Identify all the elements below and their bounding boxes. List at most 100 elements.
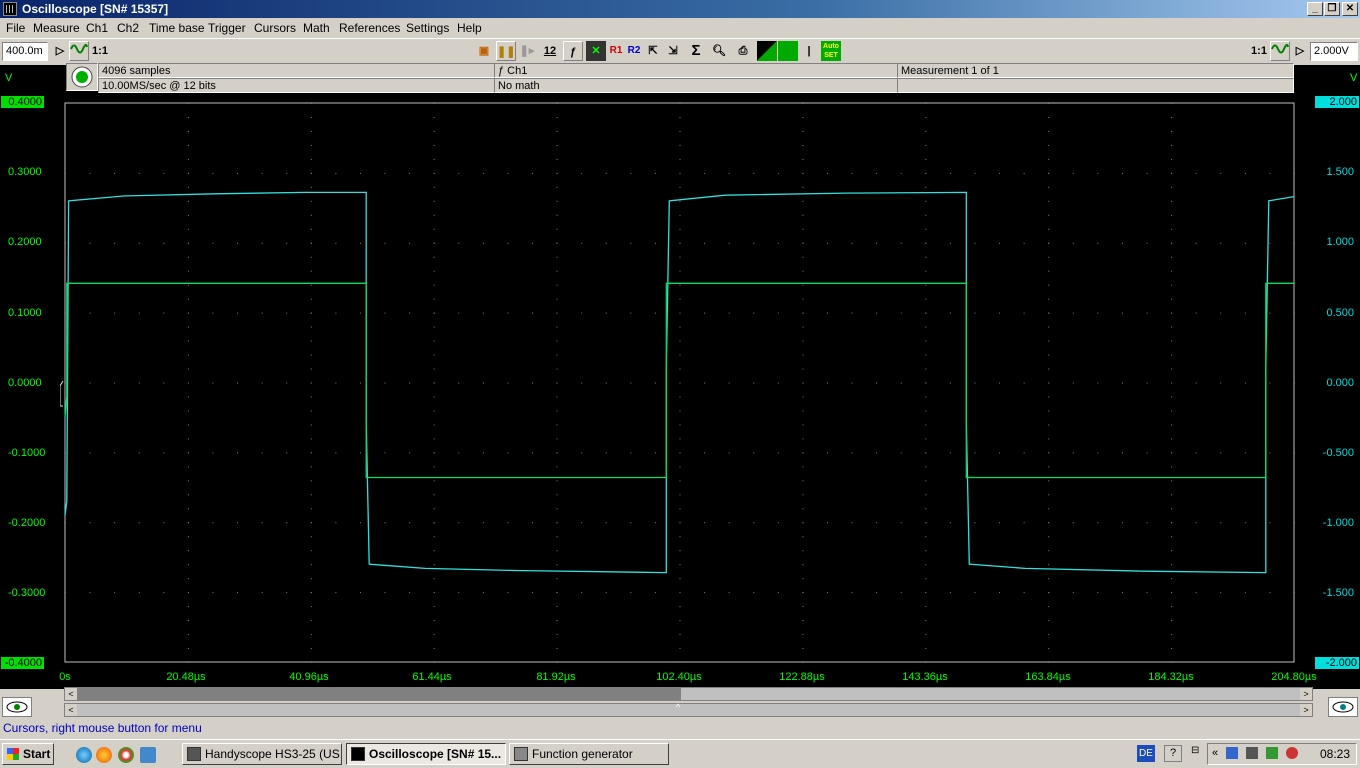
ch1-probe-ratio[interactable]: 1:1 bbox=[89, 41, 111, 61]
menu-ch1[interactable]: Ch1 bbox=[86, 21, 108, 35]
start-button[interactable]: Start bbox=[2, 743, 54, 765]
network-icon[interactable] bbox=[1226, 747, 1238, 759]
grid-dot bbox=[556, 564, 558, 566]
scroll-left-arrow-icon[interactable]: < bbox=[65, 704, 77, 716]
ch1-range-field[interactable]: 400.0m bbox=[2, 42, 48, 61]
grid-dot bbox=[802, 452, 804, 454]
color-scheme-icon[interactable] bbox=[757, 41, 777, 61]
overline-button[interactable]: | bbox=[799, 41, 819, 61]
trigger-marker-icon[interactable] bbox=[60, 380, 64, 407]
grid-dot bbox=[433, 340, 435, 342]
pre-trigger-scrollbar[interactable]: < ^ > bbox=[64, 702, 1313, 717]
grid-dot bbox=[187, 242, 189, 244]
ch2-range-field[interactable]: 2.000V bbox=[1310, 42, 1358, 61]
menu-time-base[interactable]: Time base bbox=[149, 21, 205, 35]
grid-dot bbox=[1121, 452, 1123, 454]
ch1-coupling-icon[interactable]: ▷ bbox=[50, 41, 70, 61]
task-function-generator[interactable]: Function generator bbox=[509, 743, 669, 765]
grid-dot bbox=[1171, 256, 1173, 258]
measurement-value bbox=[897, 78, 1294, 93]
cursor-swap-icon[interactable]: ⇲ bbox=[663, 41, 683, 61]
single-shot-icon[interactable]: ❚▸ bbox=[517, 41, 537, 61]
grid-dot bbox=[1244, 592, 1246, 594]
grid-dot bbox=[851, 592, 853, 594]
grid-dot bbox=[1048, 480, 1050, 482]
waveform-plot[interactable] bbox=[60, 98, 1298, 670]
grid-dot bbox=[1048, 620, 1050, 622]
menu-ch2[interactable]: Ch2 bbox=[117, 21, 139, 35]
sum-button[interactable]: Σ bbox=[686, 41, 706, 61]
minimize-button[interactable]: _ bbox=[1307, 2, 1323, 16]
clock[interactable]: 08:23 bbox=[1320, 747, 1350, 761]
cursor-move-icon[interactable]: ⇱ bbox=[643, 41, 663, 61]
record-scroll-thumb[interactable] bbox=[77, 688, 681, 700]
resolution-button[interactable]: 12 bbox=[540, 41, 560, 61]
reference-2-button[interactable]: R2 bbox=[624, 41, 644, 61]
usb-device-icon[interactable] bbox=[1266, 747, 1278, 759]
grid-dot bbox=[925, 130, 927, 132]
function-button[interactable]: ƒ bbox=[563, 41, 583, 61]
task-handyscope[interactable]: Handyscope HS3-25 (US... bbox=[182, 743, 342, 765]
ch2-visibility-eye-icon[interactable] bbox=[1328, 697, 1358, 717]
grid-dot bbox=[802, 242, 804, 244]
menu-help[interactable]: Help bbox=[457, 21, 482, 35]
grid-dot bbox=[679, 396, 681, 398]
record-scrollbar[interactable]: < > bbox=[64, 687, 1313, 701]
record-icon[interactable]: ▣ bbox=[474, 41, 494, 61]
security-icon[interactable] bbox=[1286, 747, 1298, 759]
grid-dot bbox=[286, 592, 288, 594]
samples-label: 4096 samples bbox=[98, 63, 496, 78]
grid-dot bbox=[1244, 382, 1246, 384]
trigger-status[interactable] bbox=[66, 63, 98, 91]
zoom-icon[interactable]: 🔍︎ bbox=[709, 41, 729, 61]
menu-math[interactable]: Math bbox=[303, 21, 330, 35]
menu-references[interactable]: References bbox=[339, 21, 400, 35]
ch1-signal-icon[interactable] bbox=[69, 41, 89, 61]
grid-dot bbox=[556, 606, 558, 608]
auto-set-button[interactable]: Auto SET bbox=[821, 41, 841, 61]
task-oscilloscope[interactable]: Oscilloscope [SN# 15... bbox=[346, 743, 506, 765]
grid-dot bbox=[1269, 522, 1271, 524]
firefox-icon[interactable] bbox=[96, 747, 112, 763]
ch2-probe-ratio[interactable]: 1:1 bbox=[1248, 41, 1270, 61]
show-desktop-icon[interactable] bbox=[140, 747, 156, 763]
language-bar-options-icon[interactable]: ⊟ bbox=[1191, 745, 1199, 756]
pause-icon[interactable]: ❚❚ bbox=[496, 41, 516, 61]
menu-trigger[interactable]: Trigger bbox=[208, 21, 246, 35]
volume-icon[interactable] bbox=[1246, 747, 1258, 759]
trigger-position-caret-icon[interactable]: ^ bbox=[676, 702, 680, 712]
chrome-icon[interactable] bbox=[118, 747, 134, 763]
help-icon[interactable]: ? bbox=[1164, 745, 1182, 762]
close-button[interactable]: ✕ bbox=[1342, 2, 1358, 16]
grid-dot bbox=[753, 312, 755, 314]
trigger-view-icon[interactable]: ✕ bbox=[586, 41, 606, 61]
scroll-right-arrow-icon[interactable]: > bbox=[1300, 688, 1312, 700]
restore-button[interactable]: ❐ bbox=[1324, 2, 1340, 16]
grid-dot bbox=[310, 662, 312, 663]
grid-dot bbox=[925, 438, 927, 440]
grid-dot bbox=[728, 382, 730, 384]
grid-dot bbox=[925, 424, 927, 426]
ch2-signal-icon[interactable] bbox=[1270, 41, 1290, 61]
menu-cursors[interactable]: Cursors bbox=[254, 21, 296, 35]
reference-1-button[interactable]: R1 bbox=[606, 41, 626, 61]
menu-file[interactable]: File bbox=[6, 21, 25, 35]
grid-dot bbox=[433, 228, 435, 230]
menu-measure[interactable]: Measure bbox=[33, 21, 80, 35]
show-hidden-icons-icon[interactable]: « bbox=[1212, 747, 1218, 759]
scroll-left-arrow-icon[interactable]: < bbox=[65, 688, 77, 700]
scroll-right-arrow-icon[interactable]: > bbox=[1300, 704, 1312, 716]
grid-dot bbox=[507, 452, 509, 454]
ch2-coupling-icon[interactable]: ▷ bbox=[1290, 41, 1310, 61]
grid-dot bbox=[704, 242, 706, 244]
grid-icon[interactable] bbox=[778, 41, 798, 61]
print-icon[interactable]: ⎙ bbox=[733, 41, 753, 61]
grid-dot bbox=[802, 256, 804, 258]
grid-dot bbox=[1048, 410, 1050, 412]
ch1-visibility-eye-icon[interactable] bbox=[2, 697, 32, 717]
oscilloscope-app-icon[interactable] bbox=[3, 2, 17, 16]
language-indicator[interactable]: DE bbox=[1137, 745, 1155, 762]
internet-explorer-icon[interactable] bbox=[76, 747, 92, 763]
grid-dot bbox=[556, 200, 558, 202]
menu-settings[interactable]: Settings bbox=[406, 21, 449, 35]
